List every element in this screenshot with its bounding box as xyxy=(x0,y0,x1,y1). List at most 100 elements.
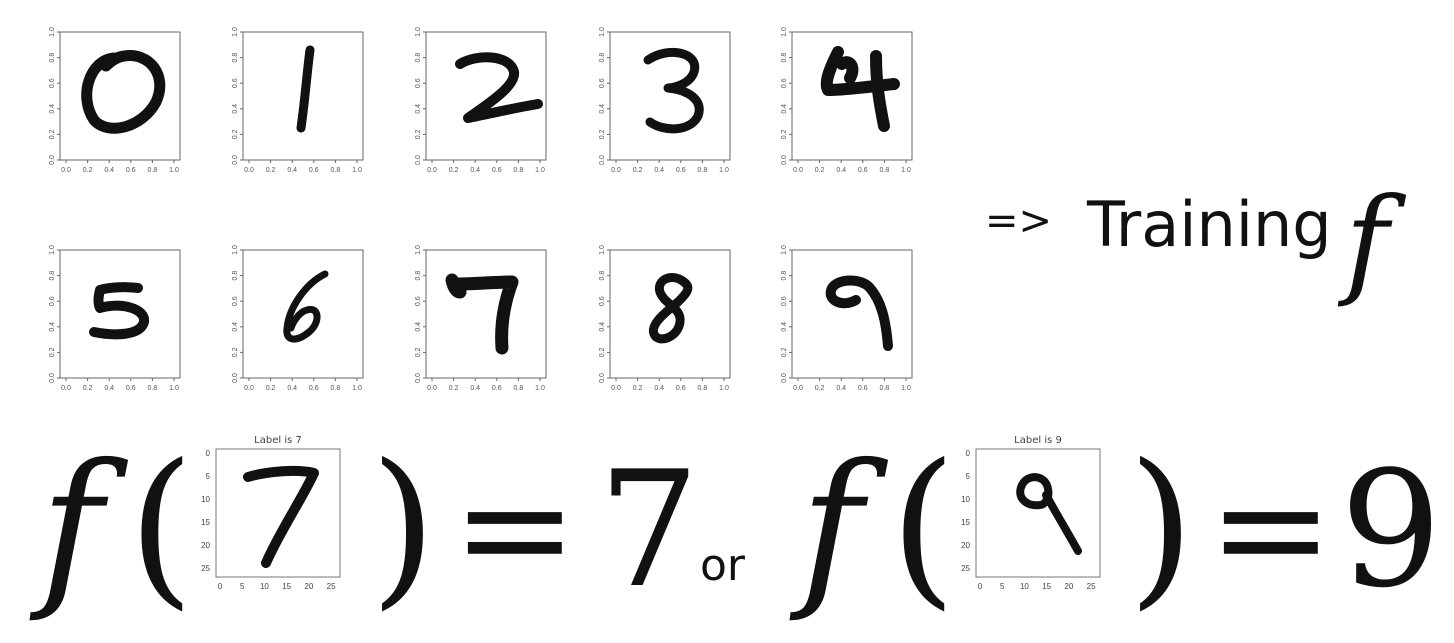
close-paren: ) xyxy=(1128,428,1194,626)
y-tick-label: 0.6 xyxy=(49,296,56,306)
y-tick-label: 1.0 xyxy=(415,27,422,37)
y-axis-ticks: 0.0 0.2 0.4 0.6 0.8 1.0 xyxy=(232,27,243,165)
x-tick-label: 1.0 xyxy=(169,167,179,174)
y-tick-label: 0 xyxy=(206,449,211,458)
y-tick-label: 0.0 xyxy=(415,373,422,383)
y-tick-label: 0.4 xyxy=(232,322,239,332)
close-paren: ) xyxy=(370,428,436,626)
x-tick-label: 0.0 xyxy=(611,167,621,174)
y-tick-label: 0.4 xyxy=(49,322,56,332)
y-tick-label: 1.0 xyxy=(49,245,56,255)
y-tick-label: 0.8 xyxy=(599,271,606,281)
function-symbol: f xyxy=(29,428,129,626)
x-tick-label: 1.0 xyxy=(719,167,729,174)
y-tick-label: 0.2 xyxy=(232,129,239,139)
y-axis-ticks: 0.0 0.2 0.4 0.6 0.8 1.0 xyxy=(415,245,426,383)
example-plot-7: Label is 7 0 5 10 15 20 25 0 5 10 15 20 25 xyxy=(201,435,341,591)
y-tick-label: 0.4 xyxy=(599,104,606,114)
y-tick-label: 10 xyxy=(961,495,970,504)
y-tick-label: 0.6 xyxy=(781,78,788,88)
digit-plot-5: 0.0 0.2 0.4 0.6 0.8 1.0 0.0 0.2 0.4 0.6 0.8 1.0 xyxy=(38,242,188,407)
x-tick-label: 5 xyxy=(240,582,245,591)
x-tick-label: 0 xyxy=(978,582,983,591)
y-axis-ticks: 0.0 0.2 0.4 0.6 0.8 1.0 xyxy=(781,27,792,165)
x-tick-label: 0.4 xyxy=(836,167,846,174)
result-value: 7 xyxy=(598,436,700,623)
x-tick-label: 0.0 xyxy=(244,167,254,174)
or-connector: or xyxy=(700,540,746,591)
x-tick-label: 15 xyxy=(282,582,291,591)
x-tick-label: 0.2 xyxy=(815,385,825,392)
x-tick-label: 0.2 xyxy=(633,385,643,392)
open-paren: ( xyxy=(890,428,956,626)
x-tick-label: 0.0 xyxy=(244,385,254,392)
training-annotation: => Training f xyxy=(985,172,1445,312)
y-tick-label: 0.8 xyxy=(232,53,239,63)
y-tick-label: 0.4 xyxy=(781,104,788,114)
y-tick-label: 0.6 xyxy=(49,78,56,88)
y-tick-label: 0.0 xyxy=(232,373,239,383)
x-tick-label: 0.6 xyxy=(492,167,502,174)
x-tick-label: 0.4 xyxy=(287,385,297,392)
x-tick-label: 0.8 xyxy=(698,385,708,392)
x-tick-label: 0.6 xyxy=(492,385,502,392)
x-tick-label: 0.2 xyxy=(449,385,459,392)
y-axis-ticks: 0.0 0.2 0.4 0.6 0.8 1.0 xyxy=(599,245,610,383)
y-tick-label: 0.8 xyxy=(781,271,788,281)
y-tick-label: 5 xyxy=(206,472,211,481)
y-tick-label: 25 xyxy=(201,564,210,573)
y-tick-label: 0.2 xyxy=(415,347,422,357)
x-axis-ticks: 0.0 0.2 0.4 0.6 0.8 1.0 xyxy=(244,160,362,174)
y-tick-label: 1.0 xyxy=(232,245,239,255)
y-tick-label: 0.6 xyxy=(415,78,422,88)
x-tick-label: 0.0 xyxy=(793,385,803,392)
x-tick-label: 0.4 xyxy=(654,385,664,392)
x-tick-label: 0.6 xyxy=(858,167,868,174)
x-tick-label: 0.6 xyxy=(676,167,686,174)
y-tick-label: 0.0 xyxy=(49,155,56,165)
open-paren: ( xyxy=(128,428,194,626)
y-tick-label: 0.8 xyxy=(599,53,606,63)
x-tick-label: 20 xyxy=(304,582,313,591)
y-tick-label: 0.2 xyxy=(49,347,56,357)
x-tick-label: 0.6 xyxy=(126,167,136,174)
x-tick-label: 0.0 xyxy=(793,167,803,174)
x-tick-label: 0.2 xyxy=(633,167,643,174)
x-tick-label: 0.8 xyxy=(514,385,524,392)
x-axis-ticks: 0.0 0.2 0.4 0.6 0.8 1.0 xyxy=(427,160,545,174)
x-axis-ticks: 0.0 0.2 0.4 0.6 0.8 1.0 xyxy=(61,160,179,174)
x-axis-ticks: 0.0 0.2 0.4 0.6 0.8 1.0 xyxy=(611,160,729,174)
x-tick-label: 0.6 xyxy=(858,385,868,392)
y-tick-label: 0.2 xyxy=(781,347,788,357)
y-tick-label: 0.2 xyxy=(599,129,606,139)
y-axis-ticks: 0.0 0.2 0.4 0.6 0.8 1.0 xyxy=(49,245,60,383)
y-tick-label: 0.4 xyxy=(49,104,56,114)
y-tick-label: 1.0 xyxy=(599,245,606,255)
x-axis-ticks: 0.0 0.2 0.4 0.6 0.8 1.0 xyxy=(61,378,179,392)
y-tick-label: 25 xyxy=(961,564,970,573)
y-tick-label: 0.6 xyxy=(781,296,788,306)
digit-plot-6: 0.0 0.2 0.4 0.6 0.8 1.0 0.0 0.2 0.4 0.6 0.8 1.0 xyxy=(221,242,371,407)
x-tick-label: 5 xyxy=(1000,582,1005,591)
x-tick-label: 0.0 xyxy=(427,167,437,174)
x-tick-label: 0.6 xyxy=(309,385,319,392)
x-tick-label: 1.0 xyxy=(901,385,911,392)
y-tick-label: 0.8 xyxy=(232,271,239,281)
x-tick-label: 0.6 xyxy=(126,385,136,392)
y-tick-label: 1.0 xyxy=(781,245,788,255)
training-label: Training xyxy=(1086,188,1332,261)
y-tick-label: 0.6 xyxy=(599,296,606,306)
y-tick-label: 0.6 xyxy=(415,296,422,306)
training-function-symbol: f xyxy=(1337,172,1407,310)
y-tick-label: 15 xyxy=(201,518,210,527)
y-tick-label: 15 xyxy=(961,518,970,527)
y-tick-label: 1.0 xyxy=(49,27,56,37)
y-tick-label: 0.0 xyxy=(781,155,788,165)
y-axis-ticks: 0.0 0.2 0.4 0.6 0.8 1.0 xyxy=(415,27,426,165)
equals-sign: = xyxy=(1208,442,1334,616)
x-tick-label: 0.4 xyxy=(470,167,480,174)
x-tick-label: 1.0 xyxy=(901,167,911,174)
x-tick-label: 0.8 xyxy=(148,167,158,174)
y-tick-label: 0.4 xyxy=(415,104,422,114)
x-tick-label: 0.2 xyxy=(83,167,93,174)
